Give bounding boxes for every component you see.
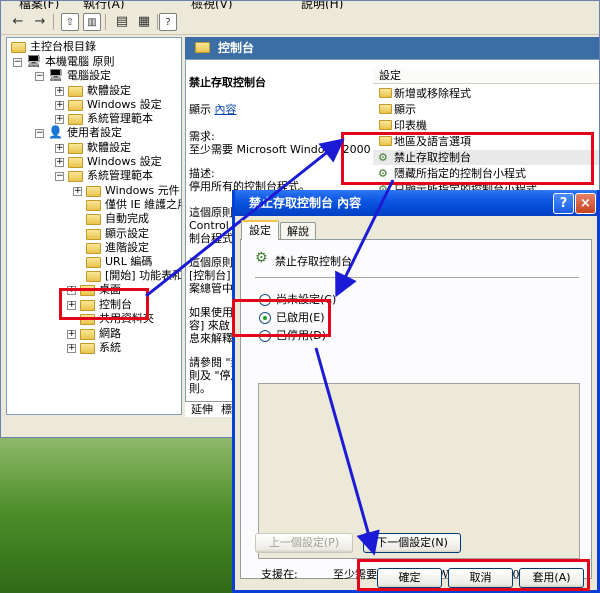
show-tree-icon[interactable]: ▥ [83,13,101,31]
description-paragraph: 這個原則 [189,256,233,269]
up-folder-icon[interactable]: ⇧ [61,13,79,31]
menu-file[interactable]: 檔案(F) [19,1,59,9]
policy-icon: 🖥 [26,54,42,68]
divider [255,277,579,278]
back-arrow-icon[interactable]: ← [9,13,27,31]
description-paragraph: 則。 [189,382,211,395]
detail-title: 控制台 [218,41,255,55]
description-paragraph: 容] 來啟 [189,319,230,332]
folder-icon [80,343,95,354]
user-icon: 👤 [48,125,63,139]
menu-help[interactable]: 說明(H) [301,1,343,9]
menu-bar: 檔案(F) 執行(A) 檢視(V) 說明(H) [1,1,599,9]
description-paragraph: 如果使用 [189,306,233,319]
expand-icon[interactable]: + [67,330,76,339]
folder-icon [68,86,83,97]
highlight-enabled-option [232,299,331,337]
supported-label: 支援在: [261,568,298,581]
properties-icon[interactable]: ▤ [113,13,131,31]
folder-icon [195,42,210,53]
folder-icon [86,243,101,254]
list-item[interactable]: 顯示 [373,102,599,117]
menu-action[interactable]: 執行(A) [83,1,125,9]
tab-explain[interactable]: 解說 [280,222,316,240]
collapse-icon[interactable]: − [55,172,64,181]
setting-icon: ⚙ [255,250,268,266]
highlight-setting-item [341,132,594,185]
highlight-dialog-buttons [357,559,590,591]
help-button[interactable]: ? [553,193,574,214]
column-header-setting[interactable]: 設定 [373,68,599,84]
folder-icon [86,200,101,211]
properties-dialog: 禁止存取控制台 內容 ? × 設定 解說 ⚙ 禁止存取控制台 尚未設定(C) 已… [232,190,600,593]
console-tree: 主控台根目錄 − 🖥 本機電腦 原則 − 🖥 電腦設定 + 軟體設定 + Win… [6,37,182,415]
expand-icon[interactable]: + [55,101,64,110]
folder-icon [80,329,95,340]
toolbar-separator [105,14,106,30]
folder-icon [68,100,83,111]
computer-icon: 🖥 [48,68,64,82]
list-item[interactable]: 印表機 [373,118,599,133]
collapse-icon[interactable]: − [35,72,44,81]
folder-icon [68,171,83,182]
description-label: 描述: [189,167,215,180]
tab-setting[interactable]: 設定 [241,220,279,240]
requirements-label: 需求: [189,130,215,143]
expand-icon[interactable]: + [55,87,64,96]
list-item[interactable]: 新增或移除程式 [373,86,599,101]
folder-icon [86,271,101,282]
detail-header: 控制台 [185,37,599,59]
expand-icon[interactable]: + [55,115,64,124]
folder-icon [86,257,101,268]
close-button[interactable]: × [575,193,596,214]
expand-icon[interactable]: + [67,344,76,353]
dialog-title[interactable]: 禁止存取控制台 內容 [235,190,597,216]
folder-icon [379,88,392,98]
description-paragraph: 息來解釋 [189,332,233,345]
expand-icon[interactable]: + [73,187,82,196]
tab-extended[interactable]: 延伸 [191,403,213,417]
description-paragraph: 制台程式 [189,232,233,245]
menu-view[interactable]: 檢視(V) [191,1,233,9]
forward-arrow-icon[interactable]: → [31,13,49,31]
toolbar-separator [53,14,54,30]
toolbar-separator [157,14,158,30]
description-paragraph: 這個原則 [189,206,233,219]
toolbar: ← → ⇧ ▥ ▤ ▦ ? [1,9,599,35]
properties-link[interactable]: 內容 [215,103,237,116]
setting-title: 禁止存取控制台 [189,76,266,89]
expand-icon[interactable]: + [55,158,64,167]
folder-icon [379,104,392,114]
help-icon[interactable]: ? [159,13,177,31]
folder-icon [68,143,83,154]
collapse-icon[interactable]: − [13,58,22,67]
previous-setting-button[interactable]: 上一個設定(P) [255,533,353,553]
folder-icon [11,42,26,53]
folder-icon [68,157,83,168]
description-paragraph: 案總管中 [189,282,233,295]
folder-icon [86,214,101,225]
collapse-icon[interactable]: − [35,129,44,138]
folder-icon [379,120,392,130]
setting-tab-panel: ⚙ 禁止存取控制台 尚未設定(C) 已啟用(E) 已停用(D) 支援在: 至少需… [240,239,592,581]
show-properties-line: 顯示 內容 [189,103,237,116]
highlight-control-panel [59,288,149,320]
next-setting-button[interactable]: 下一個設定(N) [363,533,461,553]
folder-icon [68,114,83,125]
folder-icon [86,229,101,240]
export-list-icon[interactable]: ▦ [135,13,153,31]
setting-name: 禁止存取控制台 [275,255,352,268]
tab-standard[interactable]: 標 [221,403,232,417]
folder-icon [86,186,101,197]
expand-icon[interactable]: + [55,144,64,153]
